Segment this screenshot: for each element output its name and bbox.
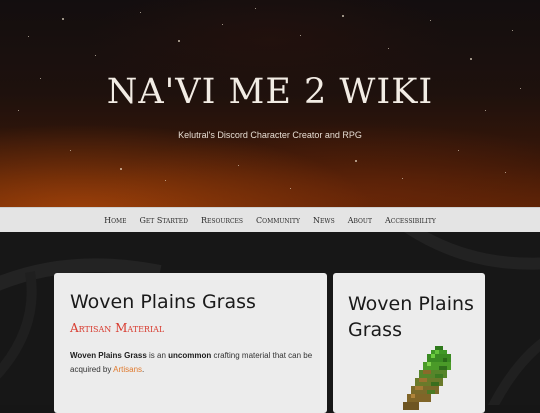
star [120,168,122,170]
star [140,12,141,13]
item-name-bold: Woven Plains Grass [70,351,147,360]
star [255,8,256,9]
header-banner: NA'VI ME 2 WIKI Kelutral's Discord Chara… [0,0,540,207]
desc-text-1: is an [146,351,169,360]
site-tagline: Kelutral's Discord Character Creator and… [178,130,362,140]
item-infobox: Woven Plains Grass [333,273,485,413]
star [342,15,344,17]
infobox-title: Woven Plains Grass [348,293,474,341]
nav-accessibility[interactable]: Accessibility [385,216,436,225]
nav-community[interactable]: Community [256,216,300,225]
star [300,35,301,36]
item-description: Woven Plains Grass is an uncommon crafti… [70,349,315,377]
nav-news[interactable]: News [313,216,335,225]
star [238,165,239,166]
star [402,178,403,179]
item-type-label: Artisan Material [70,321,165,335]
main-navigation: Home Get Started Resources Community New… [0,207,540,233]
star [430,20,431,21]
nav-about[interactable]: About [348,216,372,225]
item-article-card: Woven Plains Grass Artisan Material Wove… [54,273,327,413]
artisans-link[interactable]: Artisans [113,365,142,374]
star [290,188,291,189]
star [388,48,389,49]
nav-resources[interactable]: Resources [201,216,243,225]
star [70,150,71,151]
star [470,58,472,60]
desc-end: . [142,365,145,374]
star [458,150,459,151]
woven-plains-grass-icon [403,346,451,410]
site-title[interactable]: NA'VI ME 2 WIKI [0,72,540,112]
star [178,40,180,42]
star [505,172,506,173]
nav-home[interactable]: Home [104,216,126,225]
star [222,24,223,25]
star [28,36,29,37]
star [165,180,166,181]
star [512,30,513,31]
star [355,160,357,162]
item-rarity: uncommon [168,351,212,360]
star [62,18,64,20]
nav-get-started[interactable]: Get Started [140,216,188,225]
star [95,55,96,56]
page-title: Woven Plains Grass [70,291,256,313]
